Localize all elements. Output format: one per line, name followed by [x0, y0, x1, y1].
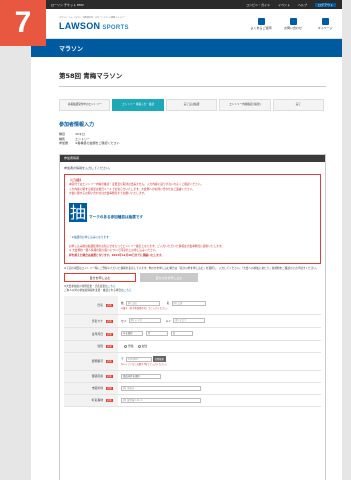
top-links: コンビニ・ガイド イベント ヘルプ ログアウト [246, 2, 336, 7]
first-name-input[interactable]: 例) 太郎 [171, 300, 206, 306]
form-row-kana: 氏名カナ 必須 セイ 例) ヤマダ メイ 例) タロウ [64, 314, 321, 328]
step-3: 完了又は抽選 [165, 99, 218, 111]
section-title: 参加者情報入力 [59, 122, 95, 128]
form-row-street: 町名番地 必須 例) 東青梅1-11-1 [64, 394, 321, 407]
form-row-name: 氏名 必須 姓例) 山田 名例) 太郎 ※漢字（外字等使用不可）でご入力ください… [64, 296, 321, 315]
panel-header: 参加者情報 [60, 154, 325, 162]
site-header: マラソン・トレイルラン・自転車大会・スポーツイベント情報 エントリー LAWSO… [31, 9, 342, 39]
required-badge: 必須 [106, 304, 113, 308]
main-content: 第58回 青梅マラソン 先着抽選受付中のエントリー エントリー 情報入力・確認 … [31, 70, 342, 480]
last-name-kana-input[interactable]: 例) ヤマダ [128, 318, 161, 324]
header-icons: よくあるご質問 お問い合わせ マイページ [250, 17, 336, 30]
applicant-buttons: 自分を申し込む 自分以外を申し込む [64, 273, 321, 283]
step-2-current: エントリー 情報入力・確認 [112, 99, 164, 111]
participant-panel: 参加者情報 参加者の情報を入力してください。 【ご注意】 本受付ではエントリー内… [59, 153, 326, 480]
top-link-help[interactable]: ヘルプ [298, 3, 307, 7]
question-icon [257, 17, 265, 25]
form-row-postal: 郵便番号 必須 〒 1234567 住所検索 ※ハイフンなしの数字7桁でご入力くだ… [64, 352, 321, 371]
top-link-guide[interactable]: コンビニ・ガイド [246, 3, 270, 7]
gender-male-radio[interactable] [124, 344, 127, 348]
street-input[interactable]: 例) 東青梅1-11-1 [121, 397, 201, 403]
step-badge: 7 [0, 0, 46, 46]
birth-month-select[interactable]: 月 [145, 331, 168, 337]
lottery-info: 抽マークのある参加種目は抽選です ・※抽選のお申し込みになります [69, 202, 143, 239]
top-bar: ローソン チケット HMV コンビニ・ガイド イベント ヘルプ ログアウト [31, 0, 342, 9]
city-input[interactable]: 例) 青梅市 [121, 385, 201, 391]
other-change-link[interactable]: こちら [124, 289, 132, 292]
entry-guidance: ※下記の項目はエントリー時にご登録いただいた情報を表示しています。他の方を申し込… [64, 266, 319, 270]
top-link-event[interactable]: イベント [278, 3, 290, 7]
user-icon [321, 17, 329, 25]
contact-link[interactable]: お問い合わせ [282, 17, 304, 30]
form-row-gender: 性別 必須 男性 女性 [64, 340, 321, 353]
change-links: ※大会参加者の住所変更・氏名変更はこちら ご本人以外の参加者情報を変更・確認され… [64, 285, 132, 292]
event-title: 第58回 青梅マラソン [59, 70, 326, 87]
last-name-input[interactable]: 例) 山田 [125, 300, 160, 306]
progress-steps: 先着抽選受付中のエントリー エントリー 情報入力・確認 完了又は抽選 エントリー… [59, 99, 326, 111]
postal-code-input[interactable]: 1234567 [125, 356, 152, 362]
site-logo[interactable]: マラソン・トレイルラン・自転車大会・スポーツイベント情報 エントリー LAWSO… [59, 16, 129, 31]
logout-button[interactable]: ログアウト [314, 2, 336, 7]
participant-form: 氏名 必須 姓例) 山田 名例) 太郎 ※漢字（外字等使用不可）でご入力ください… [64, 296, 321, 407]
gender-female-radio[interactable] [137, 344, 141, 348]
birth-day-select[interactable]: 日 [170, 331, 193, 337]
prefecture-select[interactable]: 都道府県を選択 [121, 373, 161, 379]
panel-intro: 参加者の情報を入力してください。 [64, 165, 112, 170]
brand-name: LAWSON SPORTS [59, 21, 129, 31]
category-banner: マラソン [31, 39, 342, 57]
address-search-button[interactable]: 住所検索 [152, 356, 166, 363]
step-1: 先着抽選受付中のエントリー [59, 99, 111, 111]
mypage-link[interactable]: マイページ [314, 17, 336, 30]
header-tagline: マラソン・トレイルラン・自転車大会・スポーツイベント情報 エントリー [59, 17, 126, 19]
form-row-city: 市区町村 必須 例) 青梅市 [64, 382, 321, 395]
form-row-prefecture: 都道府県 必須 都道府県を選択 [64, 370, 321, 383]
lottery-mark-icon: 抽 [69, 202, 88, 222]
step-4: エントリー内容確認 (振替) [219, 99, 271, 111]
mail-icon [289, 17, 297, 25]
browser-frame: ローソン チケット HMV コンビニ・ガイド イベント ヘルプ ログアウト マラ… [31, 0, 342, 480]
apply-self-button[interactable]: 自分を申し込む [64, 273, 136, 283]
apply-other-button[interactable]: 自分以外を申し込む [140, 273, 198, 283]
step-5: 完了 [272, 99, 325, 111]
address-change-link[interactable]: こちら [108, 285, 116, 288]
notice-box: 【ご注意】 本受付ではエントリー内容の確認・変更及び取消は出来ません。入力内容に… [64, 173, 321, 264]
entry-info: 種目 30キロ 種別 エントリー 参加費 ※各種目の金額をご確認ください [59, 132, 120, 145]
first-name-kana-input[interactable]: 例) タロウ [173, 318, 206, 324]
top-bar-left: ローソン チケット HMV [51, 2, 84, 7]
birth-year-select[interactable]: 年を選択 [121, 331, 143, 337]
form-row-birthdate: 生年月日 必須 年を選択 月 日 [64, 327, 321, 341]
faq-link[interactable]: よくあるご質問 [250, 17, 272, 30]
